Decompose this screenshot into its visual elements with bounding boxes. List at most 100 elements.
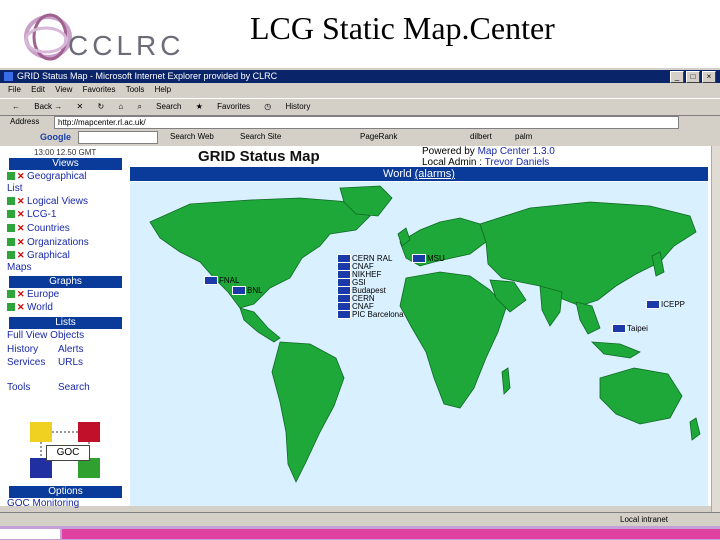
mapcenter-version-link[interactable]: Map Center 1.3.0	[478, 146, 555, 157]
checkbox-icon[interactable]	[7, 251, 15, 260]
toolbar: ← Back → ✕ ↻ ⌂ ⌕ Search ★ Favorites ◷ Hi…	[0, 98, 720, 116]
google-pagerank[interactable]: PageRank	[360, 130, 397, 144]
slide-title: LCG Static Map.Center	[250, 10, 555, 46]
favorites-button[interactable]: ★ Favorites	[196, 102, 250, 111]
continent-india	[539, 285, 563, 327]
main-panel: GRID Status Map Powered by Map Center 1.…	[130, 146, 712, 506]
page-content: 13:00 12.50 GMT Views ✕ Geographical List…	[0, 146, 712, 509]
list-alerts[interactable]: Alerts	[58, 344, 84, 355]
menu-tools[interactable]: Tools	[126, 85, 145, 94]
close-x-icon[interactable]: ✕	[17, 210, 25, 219]
checkbox-icon[interactable]	[7, 290, 15, 299]
graph-europe[interactable]: ✕ Europe	[7, 289, 59, 300]
close-x-icon[interactable]: ✕	[17, 224, 25, 233]
menu-favorites[interactable]: Favorites	[83, 85, 116, 94]
graph-label: World	[27, 302, 53, 313]
view-graphical[interactable]: ✕ Graphical	[7, 250, 70, 261]
site-label: FNAL	[219, 276, 240, 285]
close-button[interactable]: ×	[702, 71, 716, 83]
google-search-site[interactable]: Search Site	[240, 130, 281, 144]
world-label: World	[383, 168, 412, 180]
goc-monitoring-link[interactable]: GOC Monitoring	[7, 498, 79, 509]
history-button[interactable]: ◷ History	[264, 102, 310, 111]
home-icon[interactable]: ⌂	[118, 102, 123, 111]
site-flag-icon	[232, 286, 246, 296]
list-services[interactable]: Services	[7, 357, 45, 368]
graph-world[interactable]: ✕ World	[7, 302, 53, 313]
view-list[interactable]: List	[7, 183, 23, 194]
checkbox-icon[interactable]	[7, 172, 15, 181]
continent-africa	[399, 271, 507, 409]
menu-file[interactable]: File	[8, 85, 21, 94]
site-label: Taipei	[627, 324, 648, 333]
close-x-icon[interactable]: ✕	[17, 172, 25, 181]
menu-edit[interactable]: Edit	[31, 85, 45, 94]
site-marker[interactable]: BNL	[232, 286, 263, 296]
options-header[interactable]: Options	[9, 486, 122, 498]
site-marker[interactable]: MSU	[412, 254, 445, 264]
tools-link[interactable]: Tools	[7, 382, 30, 393]
view-lcg1[interactable]: ✕ LCG-1	[7, 209, 56, 220]
checkbox-icon[interactable]	[7, 197, 15, 206]
security-zone: Local intranet	[620, 515, 669, 524]
timestamp: 13:00 12.50 GMT	[34, 148, 97, 157]
goc-logo[interactable]: GOC	[30, 422, 104, 480]
google-toolbar: Google Search Web Search Site PageRank d…	[0, 130, 720, 144]
minimize-button[interactable]: _	[670, 71, 684, 83]
view-maps[interactable]: Maps	[7, 262, 31, 273]
close-x-icon[interactable]: ✕	[17, 303, 25, 312]
vertical-scrollbar[interactable]	[711, 146, 720, 512]
back-button[interactable]: ← Back →	[12, 102, 62, 111]
search-button[interactable]: ⌕ Search	[137, 102, 181, 111]
maximize-button[interactable]: □	[686, 71, 700, 83]
view-organizations[interactable]: ✕ Organizations	[7, 237, 89, 248]
list-urls[interactable]: URLs	[58, 357, 83, 368]
close-x-icon[interactable]: ✕	[17, 251, 25, 260]
site-marker[interactable]: FNAL	[204, 276, 240, 286]
checkbox-icon[interactable]	[7, 210, 15, 219]
search-label: Search	[156, 102, 182, 111]
refresh-icon[interactable]: ↻	[97, 102, 104, 111]
view-label: Geographical	[27, 171, 87, 182]
google-dilbert[interactable]: dilbert	[470, 130, 492, 144]
footer-stripe-left	[0, 529, 60, 539]
continent-madagascar	[501, 367, 511, 395]
google-palm[interactable]: palm	[515, 130, 532, 144]
checkbox-icon[interactable]	[7, 303, 15, 312]
address-input[interactable]: http://mapcenter.rl.ac.uk/	[54, 116, 679, 129]
view-countries[interactable]: ✕ Countries	[7, 223, 70, 234]
site-marker[interactable]: ICEPP	[646, 300, 685, 310]
list-full-view-objects[interactable]: Full View Objects	[7, 330, 84, 341]
checkbox-icon[interactable]	[7, 238, 15, 247]
world-map[interactable]: CERN RAL CNAF NIKHEF GSI Budapest CERN C…	[130, 182, 708, 506]
close-x-icon[interactable]: ✕	[17, 197, 25, 206]
list-history[interactable]: History	[7, 344, 38, 355]
continent-south-america	[271, 341, 345, 483]
powered-by-label: Powered by	[422, 146, 475, 157]
close-x-icon[interactable]: ✕	[17, 238, 25, 247]
google-search-web[interactable]: Search Web	[170, 130, 214, 144]
address-label: Address	[10, 117, 40, 126]
site-flag-icon	[646, 300, 660, 310]
checkbox-icon[interactable]	[7, 224, 15, 233]
view-logical-views[interactable]: ✕ Logical Views	[7, 196, 88, 207]
google-logo[interactable]: Google	[40, 130, 71, 144]
google-search-input[interactable]	[78, 131, 158, 144]
site-label: MSU	[427, 254, 445, 263]
site-marker[interactable]: PIC Barcelona	[337, 310, 404, 320]
window-title: GRID Status Map - Microsoft Internet Exp…	[17, 71, 278, 81]
views-header: Views	[9, 158, 122, 170]
close-x-icon[interactable]: ✕	[17, 290, 25, 299]
alarms-link[interactable]: (alarms)	[415, 168, 455, 180]
site-flag-icon	[412, 254, 426, 264]
site-marker[interactable]: Taipei	[612, 324, 648, 334]
status-bar: Local intranet	[0, 512, 720, 527]
stop-icon[interactable]: ✕	[77, 102, 84, 111]
sidebar: 13:00 12.50 GMT Views ✕ Geographical List…	[4, 146, 122, 509]
search-link[interactable]: Search	[58, 382, 90, 393]
view-geographical[interactable]: ✕ Geographical	[7, 171, 86, 182]
menu-help[interactable]: Help	[155, 85, 171, 94]
menu-view[interactable]: View	[55, 85, 72, 94]
continent-australia	[599, 367, 683, 425]
site-flag-icon	[204, 276, 218, 286]
